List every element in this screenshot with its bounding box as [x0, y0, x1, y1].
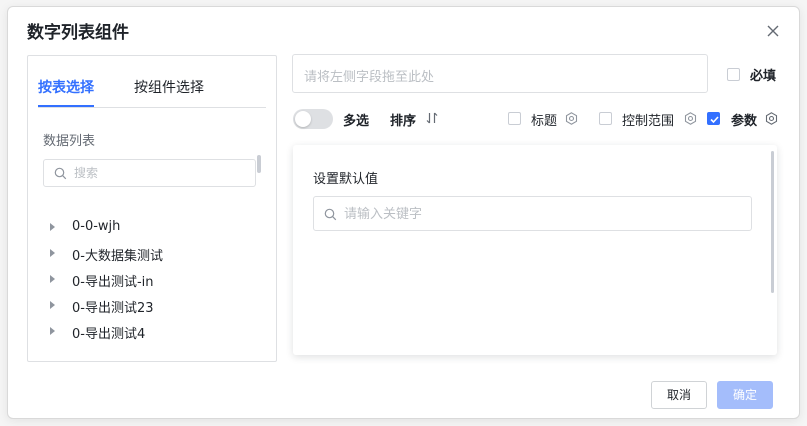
search-input[interactable] — [74, 163, 249, 183]
keyword-input-box — [313, 196, 752, 231]
multi-select-toggle[interactable] — [293, 109, 333, 129]
title-option-label: 标题 — [531, 114, 558, 129]
param-checkbox[interactable] — [707, 112, 720, 125]
left-scrollbar[interactable] — [257, 155, 261, 173]
caret-right-icon[interactable] — [50, 327, 55, 335]
cancel-button[interactable]: 取消 — [651, 381, 707, 409]
gear-icon[interactable] — [684, 112, 697, 125]
tree-item[interactable]: 0-大数据集测试 — [50, 242, 250, 268]
title-checkbox[interactable] — [508, 112, 521, 125]
data-source-panel: 按表选择 按组件选择 数据列表 0-0-wjh 0-大数据集测试 0-导出测试- — [27, 55, 277, 362]
tab-by-component[interactable]: 按组件选择 — [134, 77, 204, 97]
tree-item-label: 0-大数据集测试 — [72, 249, 163, 264]
search-box — [43, 159, 256, 187]
control-range-checkbox[interactable] — [599, 112, 612, 125]
number-list-dialog: 数字列表组件 按表选择 按组件选择 数据列表 0-0-wjh 0-大数据集测试 — [7, 6, 800, 419]
source-tabs: 按表选择 按组件选择 — [38, 56, 266, 108]
default-value-card: 设置默认值 — [293, 145, 777, 355]
sort-icon[interactable] — [425, 111, 439, 125]
search-icon — [54, 167, 67, 180]
search-icon — [324, 208, 337, 221]
dialog-title: 数字列表组件 — [27, 23, 129, 43]
data-list-title: 数据列表 — [43, 134, 96, 149]
confirm-button[interactable]: 确定 — [717, 381, 773, 409]
keyword-input[interactable] — [344, 204, 739, 224]
tree-item-label: 0-导出测试4 — [72, 327, 146, 342]
caret-right-icon[interactable] — [50, 223, 55, 231]
tree-item[interactable]: 0-导出测试4 — [50, 320, 250, 346]
tree-item[interactable]: 0-0-wjh — [50, 216, 250, 242]
required-checkbox[interactable] — [727, 68, 740, 81]
caret-right-icon[interactable] — [50, 301, 55, 309]
tree-item-label: 0-导出测试-in — [72, 275, 154, 290]
field-drop-zone[interactable]: 请将左侧字段拖至此处 — [292, 54, 708, 93]
caret-right-icon[interactable] — [50, 249, 55, 257]
close-icon[interactable] — [766, 24, 780, 38]
required-label: 必填 — [750, 69, 777, 84]
data-tree: 0-0-wjh 0-大数据集测试 0-导出测试-in 0-导出测试23 0-导出… — [50, 216, 250, 346]
control-range-label: 控制范围 — [622, 114, 675, 129]
tree-item[interactable]: 0-导出测试23 — [50, 294, 250, 320]
sort-label: 排序 — [390, 114, 417, 129]
tree-item-label: 0-0-wjh — [72, 219, 121, 234]
drop-zone-placeholder: 请将左侧字段拖至此处 — [304, 70, 435, 85]
gear-icon[interactable] — [765, 112, 778, 125]
tree-item-label: 0-导出测试23 — [72, 301, 154, 316]
check-icon — [710, 116, 719, 124]
tree-item[interactable]: 0-导出测试-in — [50, 268, 250, 294]
default-value-title: 设置默认值 — [313, 172, 379, 187]
toggle-knob — [295, 111, 311, 127]
multi-select-label: 多选 — [343, 114, 370, 129]
gear-icon[interactable] — [565, 112, 578, 125]
tab-by-table[interactable]: 按表选择 — [38, 77, 94, 107]
param-label: 参数 — [731, 114, 758, 129]
caret-right-icon[interactable] — [50, 275, 55, 283]
card-scrollbar[interactable] — [771, 151, 774, 293]
